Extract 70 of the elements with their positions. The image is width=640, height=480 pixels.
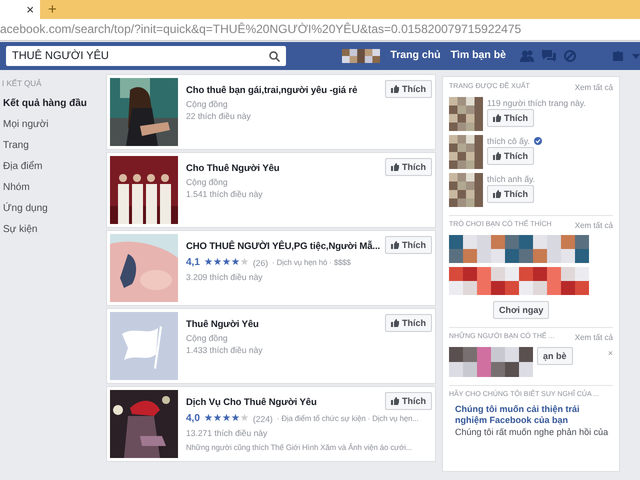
- star-icon: ★: [222, 413, 231, 424]
- sidebar-item[interactable]: Nhóm: [0, 177, 100, 198]
- review-count: (224): [252, 412, 273, 424]
- result-title[interactable]: Dịch Vụ Cho Thuê Người Yêu: [186, 396, 317, 410]
- review-count: (26): [252, 256, 268, 268]
- caret-icon: [632, 54, 640, 58]
- thumbs-up-icon: [391, 241, 399, 249]
- sidebar-item[interactable]: Sự kiện: [0, 219, 100, 240]
- like-button[interactable]: Thích: [385, 80, 432, 98]
- sidebar-item[interactable]: Địa điểm: [0, 156, 100, 177]
- search-icon: [269, 50, 280, 62]
- search-field[interactable]: THUÊ NGƯỜI YÊU: [6, 46, 286, 66]
- play-button[interactable]: Chơi ngay: [493, 301, 550, 319]
- nav-link[interactable]: Trang chủ: [390, 48, 441, 64]
- sidebar-item[interactable]: Mọi người: [0, 114, 100, 135]
- star-icon: ★: [230, 257, 240, 268]
- thumbs-up-icon: [391, 85, 399, 93]
- like-button[interactable]: Thích: [487, 185, 534, 203]
- like-button[interactable]: Thích: [385, 236, 432, 254]
- verified-icon: [534, 137, 542, 145]
- likes-text: thích anh ấy.: [487, 173, 536, 185]
- feedback-text: Chúng tôi rất muốn nghe phản hồi của: [455, 426, 610, 439]
- sidebar-item[interactable]: Ứng dụng: [0, 198, 100, 219]
- likes-text: 119 người thích trang này.: [487, 97, 586, 109]
- friends-icon: [520, 50, 534, 62]
- category-text: Cộng đồng: [186, 332, 229, 344]
- like-button[interactable]: Thích: [487, 109, 534, 127]
- like-button[interactable]: Thích: [487, 147, 534, 165]
- likes-count: 22 thích điều này: [186, 110, 252, 122]
- sidebar-item[interactable]: Trang: [0, 135, 100, 156]
- new-tab-button[interactable]: +: [40, 0, 65, 19]
- close-tab-button[interactable]: ×: [0, 0, 40, 19]
- flag-icon: [110, 312, 178, 380]
- thumbs-up-icon: [391, 319, 399, 327]
- messages-icon: [542, 50, 556, 62]
- likes-count: 3.209 thích điều này: [186, 270, 264, 283]
- like-button[interactable]: Thích: [385, 314, 432, 332]
- result-title[interactable]: CHO THUÊ NGƯỜI YÊU,PG tiệc,Người Mẫ...: [186, 240, 380, 254]
- section-heading: I KẾT QUẢ: [1, 78, 42, 90]
- rating-value: 4,0: [186, 412, 200, 426]
- like-button[interactable]: Thích: [385, 392, 432, 410]
- star-icon: ★: [212, 257, 222, 268]
- likes-count: 1.433 thích điều này: [186, 344, 264, 356]
- star-icon: ★: [240, 257, 249, 268]
- feedback-link[interactable]: Chúng tôi muốn cải thiện trải nghiệm Facebook của bạn: [455, 404, 613, 426]
- likes-count: 1.541 thích điều này: [186, 188, 264, 200]
- add-friend-button[interactable]: ạn bè: [537, 347, 573, 365]
- category-text: Cộng đồng: [186, 98, 229, 110]
- result-title[interactable]: Cho Thuê Người Yêu: [186, 162, 280, 176]
- star-icon: ★: [212, 413, 222, 424]
- thumbs-up-icon: [493, 152, 501, 160]
- result-title[interactable]: Cho thuê bạn gái,trai,người yêu -giá rẻ: [186, 84, 358, 98]
- star-icon: ★: [204, 257, 213, 268]
- thumbs-up-icon: [391, 163, 399, 171]
- likes-text: thích cô ấy.: [487, 135, 530, 147]
- rating-value: 4,1: [186, 256, 200, 270]
- result-title[interactable]: Thuê Người Yêu: [186, 318, 259, 332]
- star-icon: ★: [240, 413, 249, 424]
- likes-count: 13.271 thích điều này: [186, 426, 268, 439]
- star-icon: ★: [230, 413, 240, 424]
- thumbs-up-icon: [493, 114, 501, 122]
- nav-link[interactable]: Tìm bạn bè: [450, 48, 506, 64]
- address-bar[interactable]: acebook.com/search/top/?init=quick&q=THUÊ%20NGƯỜI%20YÊU&tas=0.015820079715922475: [0, 19, 640, 41]
- star-icon: ★: [204, 413, 213, 424]
- category-text: Cộng đồng: [186, 176, 229, 188]
- thumbs-up-icon: [391, 397, 399, 405]
- thumbs-up-icon: [493, 190, 501, 198]
- sidebar-item[interactable]: Kết quả hàng đầu: [0, 93, 100, 114]
- like-button[interactable]: Thích: [385, 158, 432, 176]
- star-icon: ★: [222, 257, 231, 268]
